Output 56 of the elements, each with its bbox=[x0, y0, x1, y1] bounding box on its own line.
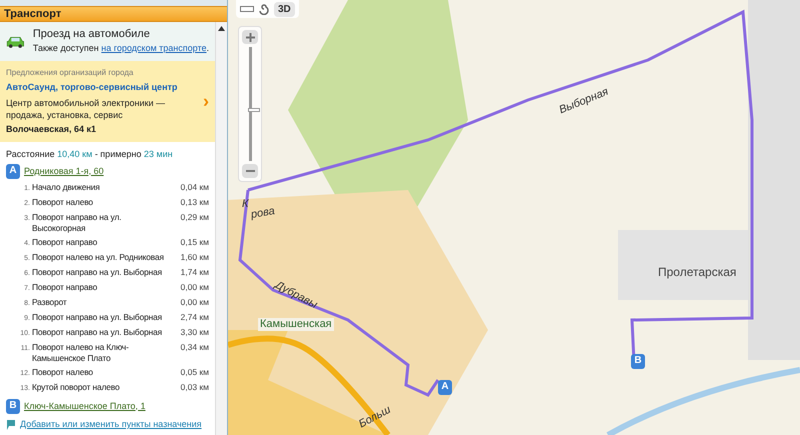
mode-title: Проезд на автомобиле bbox=[32, 28, 151, 42]
step-distance: 0,29 км bbox=[180, 212, 209, 224]
step-text: Начало движения bbox=[32, 182, 101, 194]
step-text: Поворот направо bbox=[32, 282, 98, 294]
step-distance: 2,74 км bbox=[180, 312, 209, 324]
step-text: Поворот направо на ул. Выборная bbox=[32, 312, 163, 324]
step-distance: 0,34 км bbox=[180, 342, 209, 354]
map-pin-icon: B bbox=[631, 354, 645, 368]
offer-address: Волочаевская, 64 к1 bbox=[6, 122, 97, 136]
map-label: Камышенская bbox=[258, 318, 334, 331]
map-pin-icon: B bbox=[6, 398, 20, 414]
map-pin-icon: A bbox=[6, 164, 20, 179]
map-pin-icon: A bbox=[438, 380, 452, 394]
map-label: рова bbox=[250, 206, 276, 221]
flag-icon bbox=[6, 418, 16, 430]
zoom-out-button[interactable] bbox=[242, 164, 258, 178]
step-text: Крутой поворот налево bbox=[32, 382, 121, 394]
scroll-up-icon[interactable] bbox=[218, 26, 225, 31]
step-text: Разворот bbox=[32, 297, 68, 308]
end-address-link[interactable]: Ключ-Камышенское Плато, 1 bbox=[24, 400, 146, 413]
step-distance: 0,00 км bbox=[180, 282, 209, 294]
start-address-link[interactable]: Родниковая 1-я, 60 bbox=[24, 164, 104, 178]
plus-icon bbox=[246, 32, 254, 42]
map-label: К bbox=[242, 199, 248, 210]
panel-title: Транспорт bbox=[4, 6, 62, 22]
offer-description: Центр автомобильной электроники — продажа, установка, сервис bbox=[6, 96, 166, 121]
offer-heading: Предложения организаций города bbox=[6, 67, 134, 80]
step-text: Поворот налево на ул. Родниковая bbox=[32, 252, 165, 264]
step-distance: 0,04 км bbox=[180, 182, 209, 194]
step-text: Поворот направо на ул. Выборная bbox=[32, 267, 163, 278]
edit-destinations-link[interactable]: Добавить или изменить пункты назначения bbox=[20, 418, 202, 432]
mode-note: Также доступен на городском транспорте. bbox=[32, 42, 209, 55]
step-text: Поворот налево bbox=[32, 367, 94, 378]
ruler-icon[interactable] bbox=[240, 5, 254, 13]
scrollbar[interactable] bbox=[215, 22, 227, 435]
3d-button[interactable]: 3D bbox=[274, 2, 295, 16]
step-distance: 0,00 км bbox=[180, 297, 209, 308]
zoom-in-button[interactable] bbox=[242, 30, 258, 44]
step-distance: 1,60 км bbox=[180, 252, 209, 264]
step-distance: 0,15 км bbox=[180, 237, 209, 248]
step-text: Поворот направо на ул. Выборная bbox=[32, 327, 163, 338]
zoom-thumb[interactable] bbox=[248, 108, 260, 112]
step-text: Поворот направо bbox=[32, 237, 98, 248]
step-distance: 0,13 км bbox=[180, 197, 209, 208]
step-distance: 3,30 км bbox=[180, 327, 209, 338]
step-distance: 0,05 км bbox=[180, 367, 209, 378]
spiral-icon[interactable] bbox=[258, 3, 270, 15]
step-text: Поворот направо на ул. Высокогорная bbox=[32, 212, 122, 234]
transit-link[interactable]: на городском транспорте bbox=[101, 42, 206, 53]
offer-name[interactable]: АвтоСаунд, торгово-сервисный центр bbox=[6, 81, 203, 95]
step-distance: 1,74 км bbox=[180, 267, 209, 278]
map-label: Пролетарская bbox=[658, 266, 736, 278]
route-summary: Расстояние 10,40 км - примерно 23 мин bbox=[6, 148, 174, 162]
step-distance: 0,03 км bbox=[180, 382, 209, 394]
step-text: Поворот налево bbox=[32, 197, 94, 208]
step-text: Поворот налево на Ключ-Камышенское Плато bbox=[32, 342, 130, 364]
